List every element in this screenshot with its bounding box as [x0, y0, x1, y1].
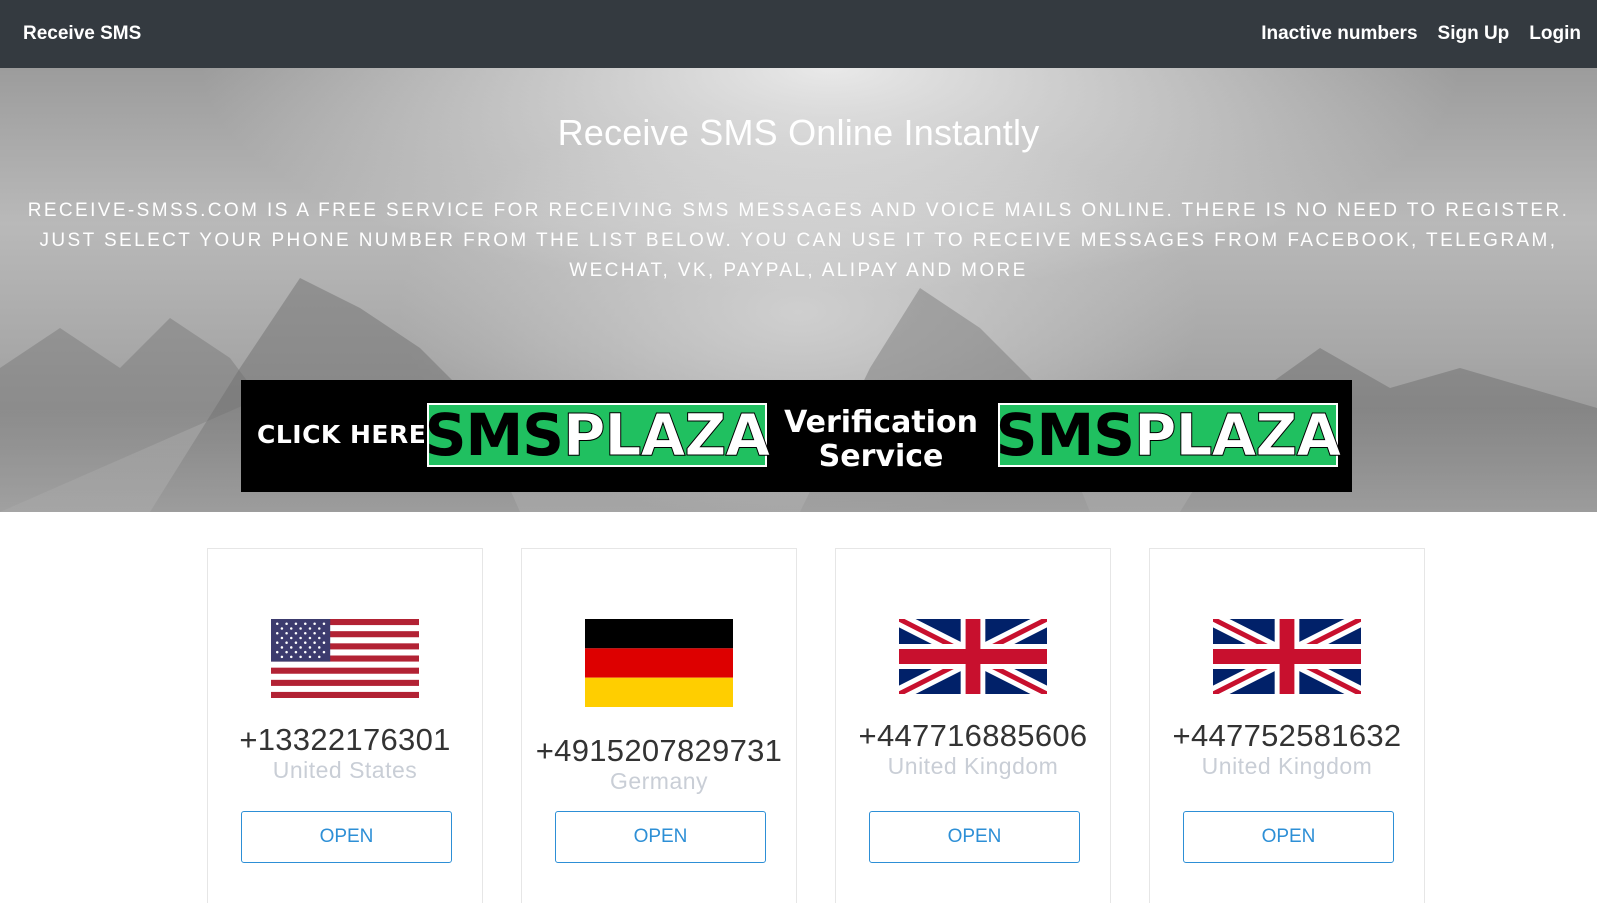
number-card: +4915207829731 Germany OPEN	[521, 548, 797, 903]
country-name: United States	[272, 757, 418, 783]
open-number-button[interactable]: OPEN	[869, 811, 1080, 863]
smsplaza-logo: SMS PLAZA	[995, 401, 1342, 469]
banner-verification-line2: Service	[818, 439, 944, 474]
gb-flag-icon	[899, 619, 1047, 694]
open-number-button[interactable]: OPEN	[555, 811, 766, 863]
smsplaza-logo: SMS PLAZA	[424, 401, 771, 469]
phone-number: +447752581632	[1172, 718, 1402, 753]
banner-verification-text: Verification Service	[781, 406, 981, 474]
logo-plaza-text: PLAZA	[562, 401, 770, 469]
smsplaza-ad-banner[interactable]: CLICK HERE SMS PLAZA Verification Service…	[241, 380, 1352, 492]
banner-verification-line1: Verification	[784, 405, 978, 440]
banner-click-here-text: CLICK HERE	[257, 420, 427, 449]
phone-number: +447716885606	[858, 718, 1088, 753]
country-name: United Kingdom	[1201, 753, 1373, 779]
de-flag-icon	[585, 619, 733, 707]
hero-section: Receive SMS Online Instantly RECEIVE-SMS…	[0, 68, 1597, 512]
nav-inactive-numbers-link[interactable]: Inactive numbers	[1261, 23, 1417, 45]
nav-links: Inactive numbers Sign Up Login	[1261, 23, 1581, 45]
hero-description: RECEIVE-SMSS.COM IS A FREE SERVICE FOR R…	[27, 200, 1570, 281]
number-card: +13322176301 United States OPEN	[207, 548, 483, 903]
nav-sign-up-link[interactable]: Sign Up	[1438, 23, 1510, 45]
top-navbar: Receive SMS Inactive numbers Sign Up Log…	[0, 0, 1597, 68]
logo-plaza-text: PLAZA	[1133, 401, 1341, 469]
phone-number: +4915207829731	[535, 733, 783, 768]
number-cards-grid: +13322176301 United States OPEN +4915207…	[207, 548, 1425, 903]
open-number-button[interactable]: OPEN	[1183, 811, 1394, 863]
brand-link[interactable]: Receive SMS	[23, 23, 141, 45]
us-flag-icon	[271, 619, 419, 698]
logo-sms-text: SMS	[995, 401, 1135, 469]
number-card: +447716885606 United Kingdom OPEN	[835, 548, 1111, 903]
hero-title: Receive SMS Online Instantly	[557, 112, 1040, 153]
country-name: United Kingdom	[887, 753, 1059, 779]
logo-sms-text: SMS	[424, 401, 564, 469]
open-number-button[interactable]: OPEN	[241, 811, 452, 863]
country-name: Germany	[609, 768, 709, 794]
gb-flag-icon	[1213, 619, 1361, 694]
nav-login-link[interactable]: Login	[1529, 23, 1581, 45]
phone-number: +13322176301	[239, 722, 451, 757]
number-card: +447752581632 United Kingdom OPEN	[1149, 548, 1425, 903]
